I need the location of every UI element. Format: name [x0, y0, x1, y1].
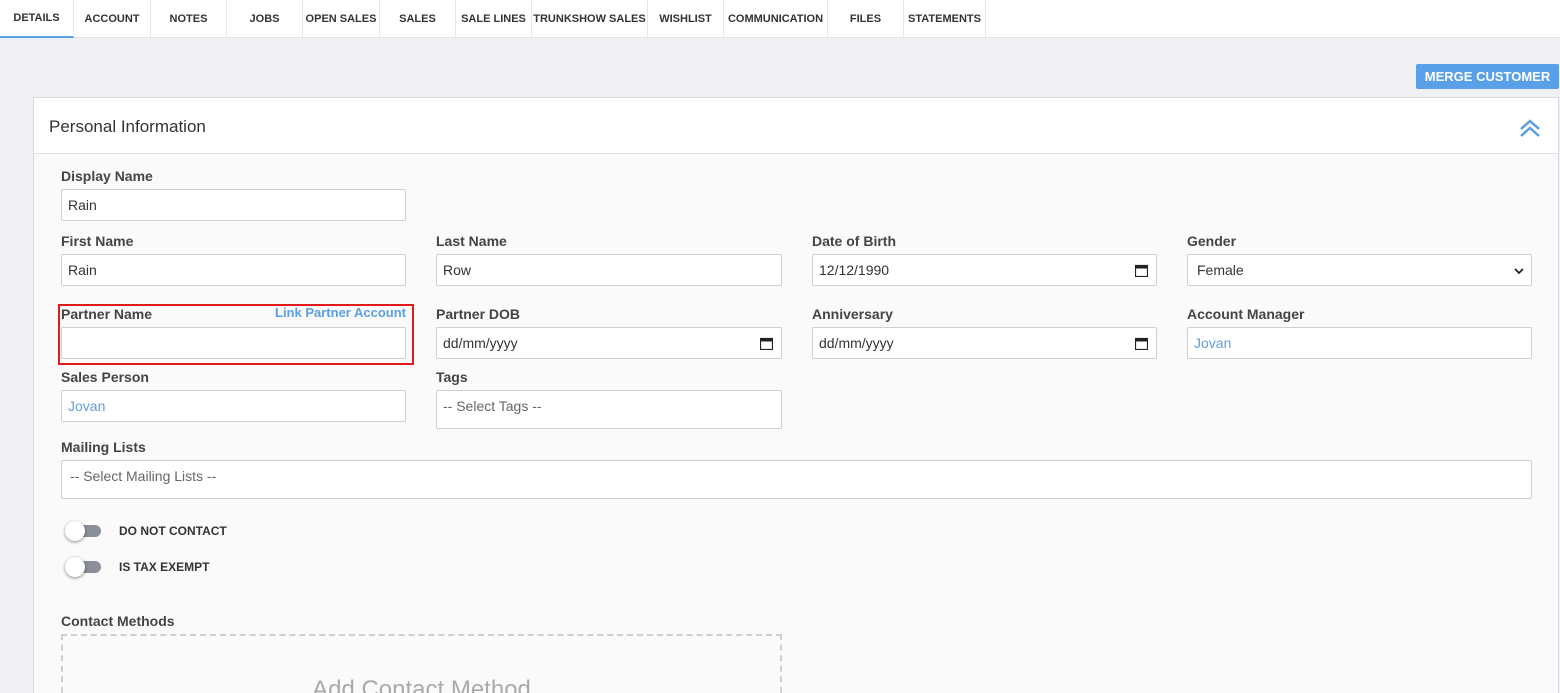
last-name-label: Last Name: [436, 233, 507, 249]
tax-exempt-label: IS TAX EXEMPT: [119, 560, 210, 574]
mailing-lists-label: Mailing Lists: [61, 439, 146, 455]
tab-trunkshow-sales[interactable]: TRUNKSHOW SALES: [532, 0, 648, 38]
date-of-birth-value: 12/12/1990: [819, 262, 890, 278]
mailing-lists-select[interactable]: -- Select Mailing Lists --: [61, 460, 1532, 499]
account-manager-label: Account Manager: [1187, 306, 1305, 322]
display-name-label: Display Name: [61, 168, 153, 184]
sales-person-label: Sales Person: [61, 369, 149, 385]
tab-communication[interactable]: COMMUNICATION: [724, 0, 828, 38]
merge-customer-button[interactable]: MERGE CUSTOMER: [1416, 64, 1559, 89]
tab-open-sales[interactable]: OPEN SALES: [303, 0, 380, 38]
tags-select[interactable]: -- Select Tags --: [436, 390, 782, 429]
anniversary-value: dd/mm/yyyy: [819, 335, 894, 351]
chevrons-up-icon[interactable]: [1518, 116, 1542, 140]
tab-notes[interactable]: NOTES: [151, 0, 227, 38]
tab-sale-lines[interactable]: SALE LINES: [456, 0, 532, 38]
first-name-field[interactable]: Rain: [61, 254, 406, 286]
display-name-field[interactable]: Rain: [61, 189, 406, 221]
account-manager-field[interactable]: Jovan: [1187, 327, 1532, 359]
anniversary-field[interactable]: dd/mm/yyyy: [812, 327, 1157, 359]
panel-title: Personal Information: [49, 117, 206, 136]
calendar-icon[interactable]: [1135, 264, 1148, 277]
gender-select[interactable]: Female: [1187, 254, 1532, 286]
tab-bar: DETAILS ACCOUNT NOTES JOBS OPEN SALES SA…: [0, 0, 1560, 38]
contact-methods-label: Contact Methods: [61, 613, 175, 629]
last-name-field[interactable]: Row: [436, 254, 782, 286]
chevron-down-icon: [1514, 268, 1524, 275]
tab-files[interactable]: FILES: [828, 0, 904, 38]
tab-wishlist[interactable]: WISHLIST: [648, 0, 724, 38]
anniversary-label: Anniversary: [812, 306, 893, 322]
calendar-icon[interactable]: [760, 337, 773, 350]
add-contact-method-text: Add Contact Method: [312, 676, 531, 693]
calendar-icon[interactable]: [1135, 337, 1148, 350]
sales-person-field[interactable]: Jovan: [61, 390, 406, 422]
date-of-birth-field[interactable]: 12/12/1990: [812, 254, 1157, 286]
tab-jobs[interactable]: JOBS: [227, 0, 303, 38]
gender-value: Female: [1197, 262, 1244, 278]
tab-account[interactable]: ACCOUNT: [74, 0, 151, 38]
panel-header: Personal Information: [34, 98, 1558, 154]
toggle-knob: [65, 521, 85, 541]
gender-label: Gender: [1187, 233, 1237, 249]
do-not-contact-toggle[interactable]: [65, 521, 101, 541]
partner-dob-field[interactable]: dd/mm/yyyy: [436, 327, 782, 359]
tab-sales[interactable]: SALES: [380, 0, 456, 38]
tab-statements[interactable]: STATEMENTS: [904, 0, 986, 38]
date-of-birth-label: Date of Birth: [812, 233, 896, 249]
add-contact-method-button[interactable]: Add Contact Method: [61, 634, 782, 693]
do-not-contact-label: DO NOT CONTACT: [119, 524, 227, 538]
highlight-box: [58, 304, 414, 365]
partner-dob-label: Partner DOB: [436, 306, 521, 322]
tab-details[interactable]: DETAILS: [0, 0, 74, 38]
toggle-knob: [65, 557, 85, 577]
first-name-label: First Name: [61, 233, 134, 249]
tags-label: Tags: [436, 369, 468, 385]
partner-dob-value: dd/mm/yyyy: [443, 335, 518, 351]
tax-exempt-toggle[interactable]: [65, 557, 101, 577]
